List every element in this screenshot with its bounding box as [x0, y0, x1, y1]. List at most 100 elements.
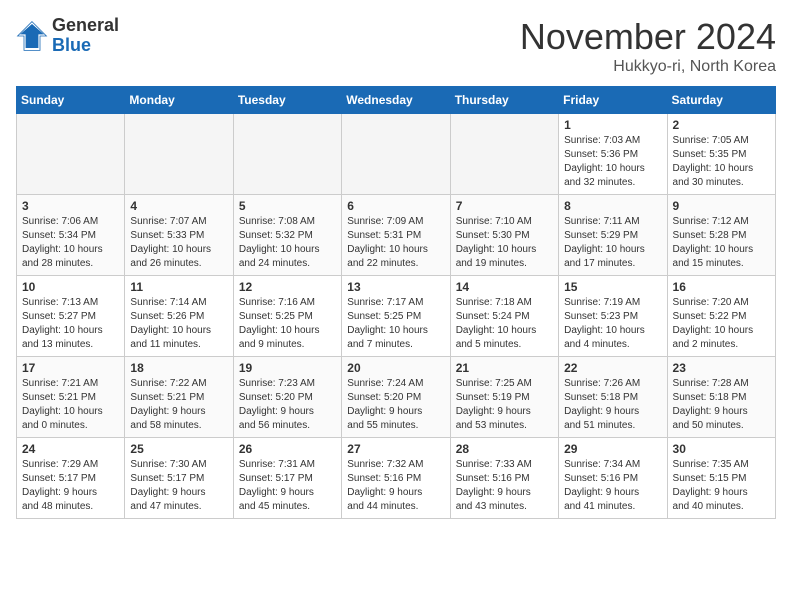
calendar-day-cell: 5 Sunrise: 7:08 AM Sunset: 5:32 PM Daylig…	[233, 195, 341, 276]
day-number: 19	[239, 361, 336, 375]
day-number: 11	[130, 280, 227, 294]
day-info: Sunrise: 7:03 AM Sunset: 5:36 PM Dayligh…	[564, 134, 661, 190]
day-number: 9	[673, 199, 770, 213]
day-number: 1	[564, 118, 661, 132]
title-block: November 2024 Hukkyo-ri, North Korea	[520, 16, 776, 76]
calendar-day-cell: 21 Sunrise: 7:25 AM Sunset: 5:19 PM Dayli…	[450, 357, 558, 438]
day-info: Sunrise: 7:34 AM Sunset: 5:16 PM Dayligh…	[564, 458, 661, 514]
day-info: Sunrise: 7:21 AM Sunset: 5:21 PM Dayligh…	[22, 377, 119, 433]
location-title: Hukkyo-ri, North Korea	[520, 58, 776, 76]
day-info: Sunrise: 7:26 AM Sunset: 5:18 PM Dayligh…	[564, 377, 661, 433]
day-info: Sunrise: 7:33 AM Sunset: 5:16 PM Dayligh…	[456, 458, 553, 514]
month-title: November 2024	[520, 16, 776, 58]
calendar-day-cell: 28 Sunrise: 7:33 AM Sunset: 5:16 PM Dayli…	[450, 438, 558, 519]
calendar-day-cell: 10 Sunrise: 7:13 AM Sunset: 5:27 PM Dayli…	[17, 276, 125, 357]
calendar-day-cell: 2 Sunrise: 7:05 AM Sunset: 5:35 PM Daylig…	[667, 114, 775, 195]
logo-blue-text: Blue	[52, 36, 119, 56]
calendar-day-cell: 17 Sunrise: 7:21 AM Sunset: 5:21 PM Dayli…	[17, 357, 125, 438]
day-number: 14	[456, 280, 553, 294]
calendar-day-cell: 18 Sunrise: 7:22 AM Sunset: 5:21 PM Dayli…	[125, 357, 233, 438]
calendar-day-cell: 27Sunrise: 7:32 AM Sunset: 5:16 PM Dayli…	[342, 438, 450, 519]
calendar-day-cell	[342, 114, 450, 195]
calendar-day-cell: 8 Sunrise: 7:11 AM Sunset: 5:29 PM Daylig…	[559, 195, 667, 276]
calendar-header-row: SundayMondayTuesdayWednesdayThursdayFrid…	[17, 87, 776, 114]
day-number: 8	[564, 199, 661, 213]
day-info: Sunrise: 7:11 AM Sunset: 5:29 PM Dayligh…	[564, 215, 661, 271]
calendar-day-cell: 22 Sunrise: 7:26 AM Sunset: 5:18 PM Dayli…	[559, 357, 667, 438]
day-number: 17	[22, 361, 119, 375]
day-info: Sunrise: 7:08 AM Sunset: 5:32 PM Dayligh…	[239, 215, 336, 271]
day-number: 21	[456, 361, 553, 375]
day-info: Sunrise: 7:22 AM Sunset: 5:21 PM Dayligh…	[130, 377, 227, 433]
calendar-day-cell: 30 Sunrise: 7:35 AM Sunset: 5:15 PM Dayli…	[667, 438, 775, 519]
calendar-day-cell: 3Sunrise: 7:06 AM Sunset: 5:34 PM Daylig…	[17, 195, 125, 276]
day-number: 27	[347, 442, 444, 456]
day-number: 24	[22, 442, 119, 456]
logo-icon	[16, 20, 48, 52]
calendar-day-cell	[233, 114, 341, 195]
logo-text: General Blue	[52, 16, 119, 56]
day-number: 12	[239, 280, 336, 294]
day-info: Sunrise: 7:31 AM Sunset: 5:17 PM Dayligh…	[239, 458, 336, 514]
calendar-day-cell: 25 Sunrise: 7:30 AM Sunset: 5:17 PM Dayli…	[125, 438, 233, 519]
calendar-day-cell: 11Sunrise: 7:14 AM Sunset: 5:26 PM Dayli…	[125, 276, 233, 357]
day-number: 7	[456, 199, 553, 213]
calendar-day-cell: 15Sunrise: 7:19 AM Sunset: 5:23 PM Dayli…	[559, 276, 667, 357]
calendar-day-cell: 14 Sunrise: 7:18 AM Sunset: 5:24 PM Dayli…	[450, 276, 558, 357]
day-number: 2	[673, 118, 770, 132]
calendar-day-cell: 29 Sunrise: 7:34 AM Sunset: 5:16 PM Dayli…	[559, 438, 667, 519]
day-number: 13	[347, 280, 444, 294]
day-number: 10	[22, 280, 119, 294]
calendar-day-cell: 7Sunrise: 7:10 AM Sunset: 5:30 PM Daylig…	[450, 195, 558, 276]
day-info: Sunrise: 7:20 AM Sunset: 5:22 PM Dayligh…	[673, 296, 770, 352]
calendar-day-cell	[125, 114, 233, 195]
calendar-day-cell: 1 Sunrise: 7:03 AM Sunset: 5:36 PM Daylig…	[559, 114, 667, 195]
day-number: 4	[130, 199, 227, 213]
day-number: 5	[239, 199, 336, 213]
logo-general-text: General	[52, 16, 119, 36]
calendar-day-cell	[450, 114, 558, 195]
day-info: Sunrise: 7:17 AM Sunset: 5:25 PM Dayligh…	[347, 296, 444, 352]
day-info: Sunrise: 7:35 AM Sunset: 5:15 PM Dayligh…	[673, 458, 770, 514]
day-info: Sunrise: 7:13 AM Sunset: 5:27 PM Dayligh…	[22, 296, 119, 352]
day-info: Sunrise: 7:12 AM Sunset: 5:28 PM Dayligh…	[673, 215, 770, 271]
calendar-day-cell: 6 Sunrise: 7:09 AM Sunset: 5:31 PM Daylig…	[342, 195, 450, 276]
calendar-week-row: 17 Sunrise: 7:21 AM Sunset: 5:21 PM Dayli…	[17, 357, 776, 438]
calendar-week-row: 24 Sunrise: 7:29 AM Sunset: 5:17 PM Dayli…	[17, 438, 776, 519]
day-info: Sunrise: 7:24 AM Sunset: 5:20 PM Dayligh…	[347, 377, 444, 433]
calendar-day-cell: 20 Sunrise: 7:24 AM Sunset: 5:20 PM Dayli…	[342, 357, 450, 438]
day-info: Sunrise: 7:30 AM Sunset: 5:17 PM Dayligh…	[130, 458, 227, 514]
page-header: General Blue November 2024 Hukkyo-ri, No…	[16, 16, 776, 76]
day-number: 28	[456, 442, 553, 456]
weekday-header: Sunday	[17, 87, 125, 114]
calendar-day-cell: 13 Sunrise: 7:17 AM Sunset: 5:25 PM Dayli…	[342, 276, 450, 357]
calendar-day-cell: 16Sunrise: 7:20 AM Sunset: 5:22 PM Dayli…	[667, 276, 775, 357]
day-number: 22	[564, 361, 661, 375]
day-info: Sunrise: 7:07 AM Sunset: 5:33 PM Dayligh…	[130, 215, 227, 271]
day-number: 6	[347, 199, 444, 213]
weekday-header: Wednesday	[342, 87, 450, 114]
day-number: 25	[130, 442, 227, 456]
weekday-header: Saturday	[667, 87, 775, 114]
day-info: Sunrise: 7:09 AM Sunset: 5:31 PM Dayligh…	[347, 215, 444, 271]
day-number: 15	[564, 280, 661, 294]
day-info: Sunrise: 7:29 AM Sunset: 5:17 PM Dayligh…	[22, 458, 119, 514]
day-number: 18	[130, 361, 227, 375]
day-info: Sunrise: 7:05 AM Sunset: 5:35 PM Dayligh…	[673, 134, 770, 190]
day-number: 30	[673, 442, 770, 456]
weekday-header: Tuesday	[233, 87, 341, 114]
weekday-header: Thursday	[450, 87, 558, 114]
calendar-table: SundayMondayTuesdayWednesdayThursdayFrid…	[16, 86, 776, 519]
weekday-header: Friday	[559, 87, 667, 114]
calendar-day-cell: 26 Sunrise: 7:31 AM Sunset: 5:17 PM Dayli…	[233, 438, 341, 519]
day-info: Sunrise: 7:06 AM Sunset: 5:34 PM Dayligh…	[22, 215, 119, 271]
day-number: 20	[347, 361, 444, 375]
logo: General Blue	[16, 16, 119, 56]
day-info: Sunrise: 7:25 AM Sunset: 5:19 PM Dayligh…	[456, 377, 553, 433]
calendar-week-row: 10 Sunrise: 7:13 AM Sunset: 5:27 PM Dayli…	[17, 276, 776, 357]
calendar-day-cell: 9 Sunrise: 7:12 AM Sunset: 5:28 PM Daylig…	[667, 195, 775, 276]
day-number: 26	[239, 442, 336, 456]
calendar-day-cell: 4 Sunrise: 7:07 AM Sunset: 5:33 PM Daylig…	[125, 195, 233, 276]
day-number: 29	[564, 442, 661, 456]
day-info: Sunrise: 7:18 AM Sunset: 5:24 PM Dayligh…	[456, 296, 553, 352]
